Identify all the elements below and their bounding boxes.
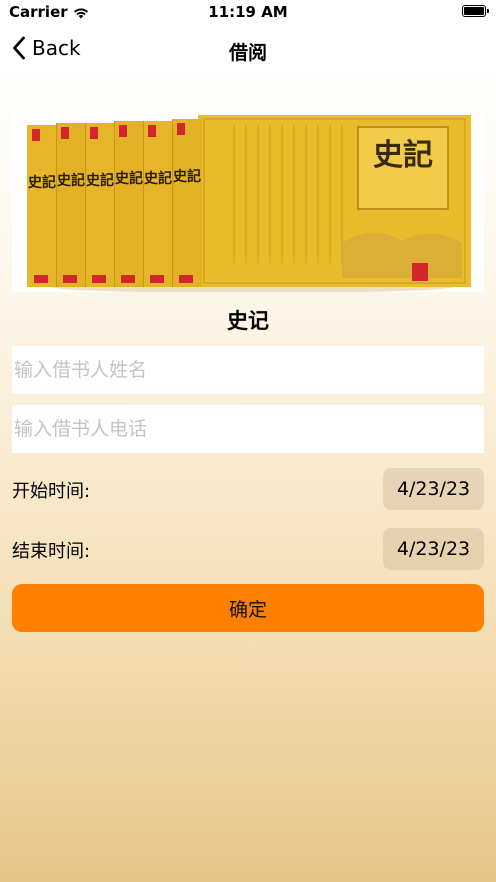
svg-text:史記: 史記 [28,174,56,191]
status-time: 11:19 AM [208,3,288,21]
book-cover-image: 史記 史記 史記 史記 史記 史記 史記 [12,113,484,292]
battery-icon [462,5,489,17]
borrower-name-input[interactable] [12,346,484,394]
svg-text:史記: 史記 [115,170,143,187]
svg-text:史記: 史記 [373,138,433,173]
start-date-label: 开始时间: [12,481,91,502]
book-title: 史记 [227,309,269,333]
end-date-picker[interactable]: 4/23/23 [383,528,484,570]
end-date-label: 结束时间: [12,541,91,562]
svg-text:史記: 史記 [86,172,114,189]
navigation-bar: Back 借阅 [0,26,496,74]
page-title: 借阅 [228,42,267,64]
svg-text:史記: 史記 [144,170,172,187]
svg-text:史記: 史記 [173,168,201,185]
start-date-row: 开始时间: 4/23/23 [12,468,484,510]
status-bar: Carrier 11:19 AM [0,0,496,26]
end-date-row: 结束时间: 4/23/23 [12,528,484,570]
borrower-phone-input[interactable] [12,405,484,453]
start-date-picker[interactable]: 4/23/23 [383,468,484,510]
confirm-button[interactable]: 确定 [12,584,484,632]
svg-text:史記: 史記 [57,172,85,189]
